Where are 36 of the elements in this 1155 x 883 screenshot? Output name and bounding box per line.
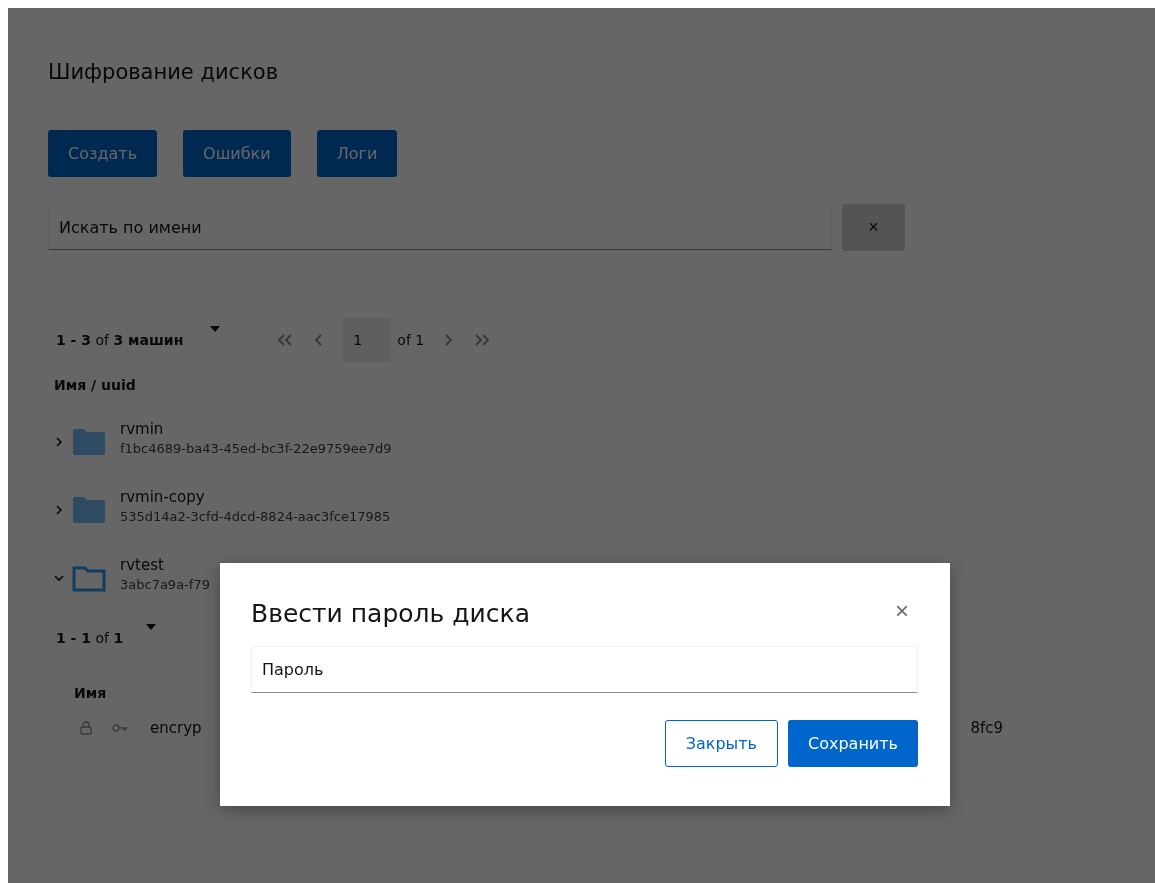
key-icon xyxy=(112,724,128,732)
close-button[interactable]: × xyxy=(891,596,913,625)
toolbar-button[interactable]: Создать xyxy=(48,130,158,177)
previous-page-icon xyxy=(313,334,324,346)
table-cell: 8fc9 xyxy=(970,719,1003,737)
page-count: of 1 xyxy=(397,332,425,348)
toolbar-button[interactable]: Логи xyxy=(316,130,398,177)
password-field[interactable]: Пароль xyxy=(251,646,918,693)
folder-icon xyxy=(72,428,106,456)
lock-icon xyxy=(80,721,92,735)
next-page-icon xyxy=(444,334,455,346)
folder-icon xyxy=(72,564,106,592)
disk-name: encryp xyxy=(150,719,202,737)
folder-icon xyxy=(72,496,106,524)
pagination-summary: 1 - 1 of 1 xyxy=(56,630,124,646)
node-name[interactable]: rvmin-copy xyxy=(120,488,391,506)
first-page-icon xyxy=(277,334,294,346)
node-uuid: 3abc7a9a-f79 xyxy=(120,577,210,592)
cancel-button[interactable]: Закрыть xyxy=(664,720,778,767)
caret-icon xyxy=(209,325,222,333)
node-uuid: f1bc4689-ba43-45ed-bc3f-22e9759ee7d9 xyxy=(120,441,392,456)
page-title: Шифрование дисков xyxy=(48,60,280,86)
node-uuid: 535d14a2-3cfd-4dcd-8824-aac3fce17985 xyxy=(120,509,391,524)
column-header: Имя / uuid xyxy=(54,377,137,393)
node-name[interactable]: rvmin xyxy=(120,420,392,438)
column-header: Имя xyxy=(74,685,108,701)
dialog-title: Ввести пароль диска xyxy=(251,599,530,628)
last-page-icon xyxy=(474,334,491,346)
page-number-field[interactable]: 1 xyxy=(343,318,392,362)
clear-button[interactable]: × xyxy=(842,204,905,251)
search-field[interactable]: Искать по имени xyxy=(48,204,832,250)
save-button[interactable]: Сохранить xyxy=(788,720,918,767)
toolbar-button[interactable]: Ошибки xyxy=(183,130,291,177)
pagination-summary: 1 - 3 of 3 машин xyxy=(56,332,184,348)
node-name[interactable]: rvtest xyxy=(120,556,210,574)
caret-icon xyxy=(145,623,158,631)
